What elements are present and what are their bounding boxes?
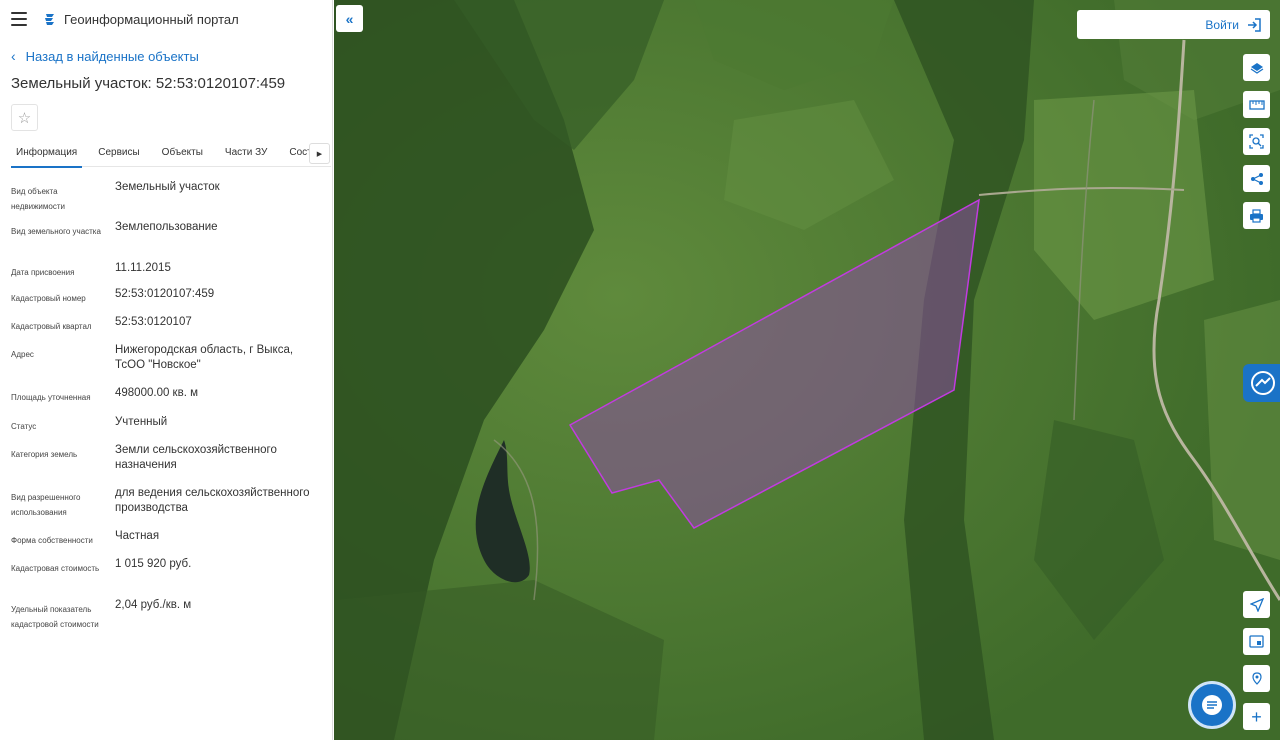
tab-services[interactable]: Сервисы: [98, 141, 139, 167]
portal-logo-icon: [45, 14, 54, 25]
tabs-scroll-right-button[interactable]: ▶: [309, 143, 330, 164]
print-button[interactable]: [1243, 202, 1270, 229]
star-icon: ☆: [17, 109, 32, 127]
field-value: 498000.00 кв. м: [115, 387, 198, 399]
tab-bar: Информация Сервисы Объекты Части ЗУ Сост…: [11, 141, 331, 168]
map-view[interactable]: [334, 0, 1280, 740]
info-panel: Геоинформационный портал ‹ Назад в найде…: [0, 0, 333, 740]
login-button[interactable]: Войти: [1077, 10, 1270, 39]
favorite-button[interactable]: ☆: [11, 104, 38, 131]
back-to-results-link[interactable]: ‹ Назад в найденные объекты: [11, 48, 199, 64]
field-label: Статус: [11, 422, 37, 431]
geolocation-button[interactable]: [1243, 591, 1270, 618]
portal-title: Геоинформационный портал: [64, 11, 239, 27]
object-title: Земельный участок: 52:53:0120107:459: [11, 75, 286, 92]
triangle-right-icon: ▶: [316, 150, 323, 158]
double-chevron-left-icon: «: [345, 10, 354, 27]
field-label: Категория земель: [11, 450, 78, 459]
field-value: 52:53:0120107:459: [115, 288, 215, 300]
login-icon: [1248, 17, 1261, 32]
chat-icon: [1202, 695, 1222, 715]
tab-objects[interactable]: Объекты: [162, 141, 203, 167]
field-label: Адрес: [11, 350, 34, 359]
side-widget-button[interactable]: [1243, 364, 1280, 402]
field-value: Учтенный: [115, 416, 168, 428]
field-value: Земли сельскохозяйственного назначения: [115, 444, 277, 471]
field-value: 1 015 920 руб.: [115, 558, 192, 570]
layers-button[interactable]: [1243, 54, 1270, 81]
field-label: Удельный показатель кадастровой стоимост…: [11, 605, 99, 629]
printer-icon: [1250, 208, 1263, 223]
field-value: Земельный участок: [115, 181, 220, 193]
plus-icon: +: [1251, 706, 1262, 727]
field-label: Площадь уточненная: [11, 393, 91, 402]
area-search-button[interactable]: [1243, 128, 1270, 155]
map-widget-icon: [1251, 371, 1275, 395]
layers-icon: [1250, 62, 1263, 74]
measure-button[interactable]: [1243, 91, 1270, 118]
share-button[interactable]: [1243, 165, 1270, 192]
field-label: Кадастровый номер: [11, 294, 86, 303]
login-label: Войти: [1205, 17, 1239, 32]
field-label: Вид объекта недвижимости: [11, 187, 65, 211]
back-link-label: Назад в найденные объекты: [25, 48, 199, 64]
tab-parts[interactable]: Части ЗУ: [225, 141, 267, 167]
location-pin-icon: [1251, 671, 1262, 685]
satellite-imagery: [334, 0, 1280, 740]
field-value: Частная: [115, 530, 160, 542]
navigation-arrow-icon: [1249, 597, 1264, 612]
basemap-icon: [1249, 635, 1264, 648]
field-value: 2,04 руб./кв. м: [115, 599, 192, 611]
field-label: Форма собственности: [11, 536, 93, 545]
location-marker-button[interactable]: [1243, 665, 1270, 692]
share-icon: [1250, 172, 1263, 185]
field-value: 52:53:0120107: [115, 316, 192, 328]
field-value: для ведения сельскохозяйственного произв…: [115, 487, 310, 514]
zoom-in-button[interactable]: +: [1243, 703, 1270, 730]
menu-icon[interactable]: [11, 12, 27, 26]
field-label: Кадастровый квартал: [11, 322, 92, 331]
chevron-left-icon: ‹: [11, 48, 16, 64]
collapse-panel-button[interactable]: «: [336, 5, 363, 32]
ruler-icon: [1248, 99, 1265, 110]
tab-info[interactable]: Информация: [11, 141, 83, 168]
field-value: Нижегородская область, г Выкса, ТсОО "Но…: [115, 344, 294, 371]
field-label: Кадастровая стоимость: [11, 564, 100, 573]
search-area-icon: [1249, 134, 1264, 149]
field-label: Вид земельного участка: [11, 227, 101, 236]
field-value: 11.11.2015: [115, 262, 171, 274]
basemap-button[interactable]: [1243, 628, 1270, 655]
field-label: Вид разрешенного использования: [11, 493, 81, 517]
chat-button[interactable]: [1188, 681, 1236, 729]
field-label: Дата присвоения: [11, 268, 75, 277]
field-value: Землепользование: [115, 221, 218, 233]
top-bar: Геоинформационный портал: [0, 0, 332, 38]
